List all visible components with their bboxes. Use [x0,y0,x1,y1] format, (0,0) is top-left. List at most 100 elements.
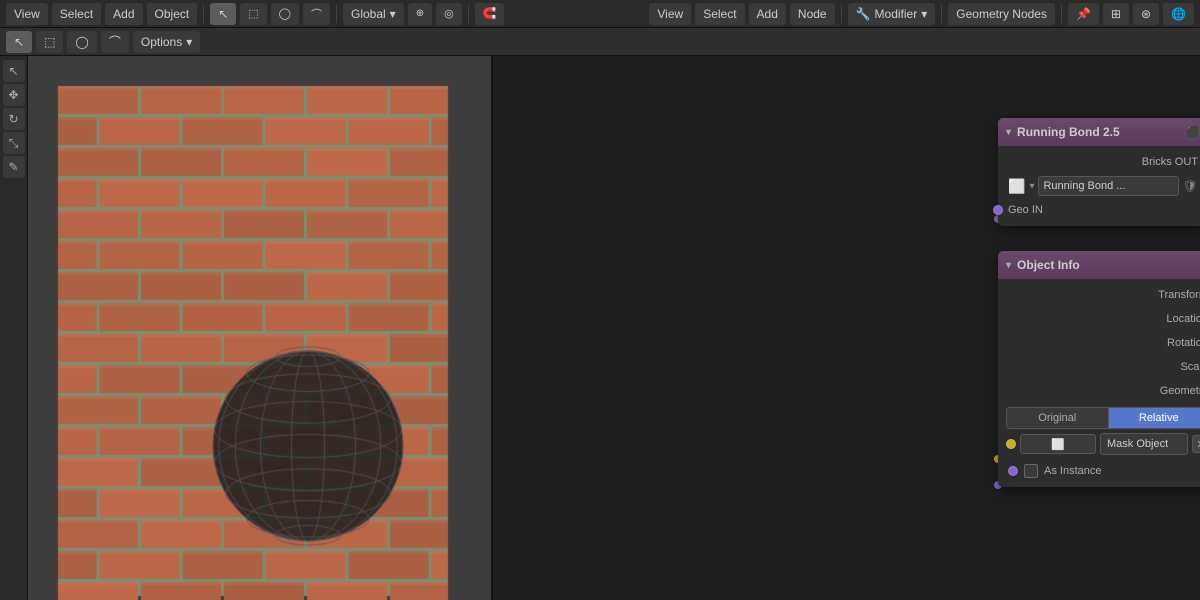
menu-select-right[interactable]: Select [695,3,744,25]
strip-rotate[interactable]: ↻ [3,108,25,130]
snap-icon: 🧲 [483,7,497,20]
sep4 [841,5,842,23]
running-bond-body: Bricks OUT ⬜ ▾ Running Bond ... 🛡 Geo IN [998,146,1200,226]
strip-move[interactable]: ✥ [3,84,25,106]
geometry-out-label: Geometry [1008,385,1200,397]
global-label: Global [351,7,386,21]
running-bond-export-icon[interactable]: ⬛ [1186,126,1200,139]
menu-add-left[interactable]: Add [105,3,142,25]
strip-select[interactable]: ↖ [3,60,25,82]
lasso-select-btn[interactable]: ⌒ [303,3,330,25]
sep3 [468,5,469,23]
cursor2-icon: ↖ [14,35,24,49]
object-info-body: Transform Location Rotation Scale [998,279,1200,487]
geo-in-row: Geo IN [998,198,1200,222]
geometry-nodes-label: Geometry Nodes [956,7,1047,21]
relative-btn[interactable]: Relative [1109,407,1200,429]
menu-add-right[interactable]: Add [749,3,786,25]
node-object-info-header[interactable]: ▾ Object Info [998,251,1200,279]
running-bond-shield-icon: 🛡 [1183,179,1198,193]
pin-icon: 📌 [1076,7,1091,21]
circle-select-btn[interactable]: ◯ [271,3,299,25]
sep6 [1061,5,1062,23]
strip-annotate[interactable]: ✎ [3,156,25,178]
chevron-down-icon: ▾ [921,7,927,21]
location-label: Location [1008,313,1200,325]
mask-object-row: ⬜ Mask Object ✕ [1006,433,1200,455]
mask-obj-field[interactable]: Mask Object [1100,433,1188,455]
strip-scale[interactable]: ⤡ [3,132,25,154]
proportional-btn[interactable]: ◎ [436,3,462,25]
second-toolbar: ↖ ⬚ ◯ ⌒ Options ▾ [0,28,1200,56]
box-select-btn[interactable]: ⬚ [240,3,266,25]
select-tool-btn[interactable]: ↖ [6,31,32,53]
menu-view[interactable]: View [6,3,48,25]
mask-obj-socket [1006,439,1016,449]
transform-icons[interactable]: ⊕ [408,3,432,25]
lasso-tool-btn[interactable]: ⌒ [101,31,129,53]
sep5 [941,5,942,23]
running-bond-dropdown[interactable]: Running Bond ... [1038,176,1178,196]
axes-icon: ⊕ [416,8,424,19]
menu-node[interactable]: Node [790,3,835,25]
mask-obj-img: ⬜ [1020,434,1096,454]
box-tool-btn[interactable]: ⬚ [36,31,63,53]
mask-obj-clear-btn[interactable]: ✕ [1192,435,1200,453]
options-dropdown[interactable]: Options ▾ [133,31,200,53]
circle-icon: ◯ [279,7,291,20]
rotation-row: Rotation [998,331,1200,355]
node-object-info: ▾ Object Info Transform Location Rotatio… [998,251,1200,487]
menu-view-right[interactable]: View [649,3,691,25]
top-toolbar: View Select Add Object ↖ ⬚ ◯ ⌒ Global ▾ … [0,0,1200,28]
view-align-btn[interactable]: ⊞ [1103,3,1129,25]
circle2-icon: ◯ [75,35,88,49]
circle-tool-btn[interactable]: ◯ [67,31,96,53]
running-bond-img-icon2: ▾ [1029,181,1034,192]
align-icon: ⊞ [1111,7,1121,21]
pin-btn[interactable]: 📌 [1068,3,1099,25]
transform-dropdown[interactable]: Global ▾ [343,3,404,25]
render-mode-btn[interactable]: 🌐 [1163,3,1194,25]
left-strip: ↖ ✥ ↻ ⤡ ✎ [0,56,28,600]
lasso-icon: ⌒ [311,6,322,22]
options-chevron-icon: ▾ [186,35,192,49]
main-area: ↖ ✥ ↻ ⤡ ✎ [0,56,1200,600]
globe-icon: 🌐 [1171,7,1186,21]
transform-row: Transform [998,283,1200,307]
as-instance-label: As Instance [1044,465,1101,477]
collapse-running-bond-icon[interactable]: ▾ [1006,127,1011,138]
menu-select-left[interactable]: Select [52,3,101,25]
as-instance-socket [1008,466,1018,476]
node-editor: ▾ Running Bond 2.5 ⬛ Bricks OUT ⬜ ▾ Runn… [493,56,1200,600]
sep2 [336,5,337,23]
snap-btn[interactable]: 🧲 [475,3,505,25]
menu-object[interactable]: Object [147,3,198,25]
location-row: Location [998,307,1200,331]
lasso2-icon: ⌒ [109,33,121,50]
brick-canvas [28,56,493,600]
scale-row: Scale [998,355,1200,379]
geometry-out-row: Geometry [998,379,1200,403]
scale-label: Scale [1008,361,1200,373]
node-running-bond: ▾ Running Bond 2.5 ⬛ Bricks OUT ⬜ ▾ Runn… [998,118,1200,226]
as-instance-checkbox[interactable] [1024,464,1038,478]
node-running-bond-header[interactable]: ▾ Running Bond 2.5 ⬛ [998,118,1200,146]
collapse-object-info-icon[interactable]: ▾ [1006,260,1011,271]
overlay-btn[interactable]: ⊛ [1133,3,1159,25]
modifier-dropdown[interactable]: 🔧 Modifier ▾ [848,3,936,25]
running-bond-img-icon: ⬜ [1008,178,1025,195]
original-relative-row: Original Relative [1006,407,1200,429]
original-btn[interactable]: Original [1006,407,1109,429]
wrench-icon: 🔧 [856,7,871,21]
geometry-nodes-btn[interactable]: Geometry Nodes [948,3,1055,25]
running-bond-title: Running Bond 2.5 [1017,125,1120,139]
select-mode-btn[interactable]: ↖ [210,3,236,25]
sep1 [203,5,204,23]
proportional-icon: ◎ [444,7,454,20]
geo-in-label: Geo IN [1008,204,1198,216]
rotation-label: Rotation [1008,337,1200,349]
box2-icon: ⬚ [44,35,55,49]
object-info-title: Object Info [1017,258,1080,272]
transform-label: Transform [1008,289,1200,301]
viewport [28,56,493,600]
